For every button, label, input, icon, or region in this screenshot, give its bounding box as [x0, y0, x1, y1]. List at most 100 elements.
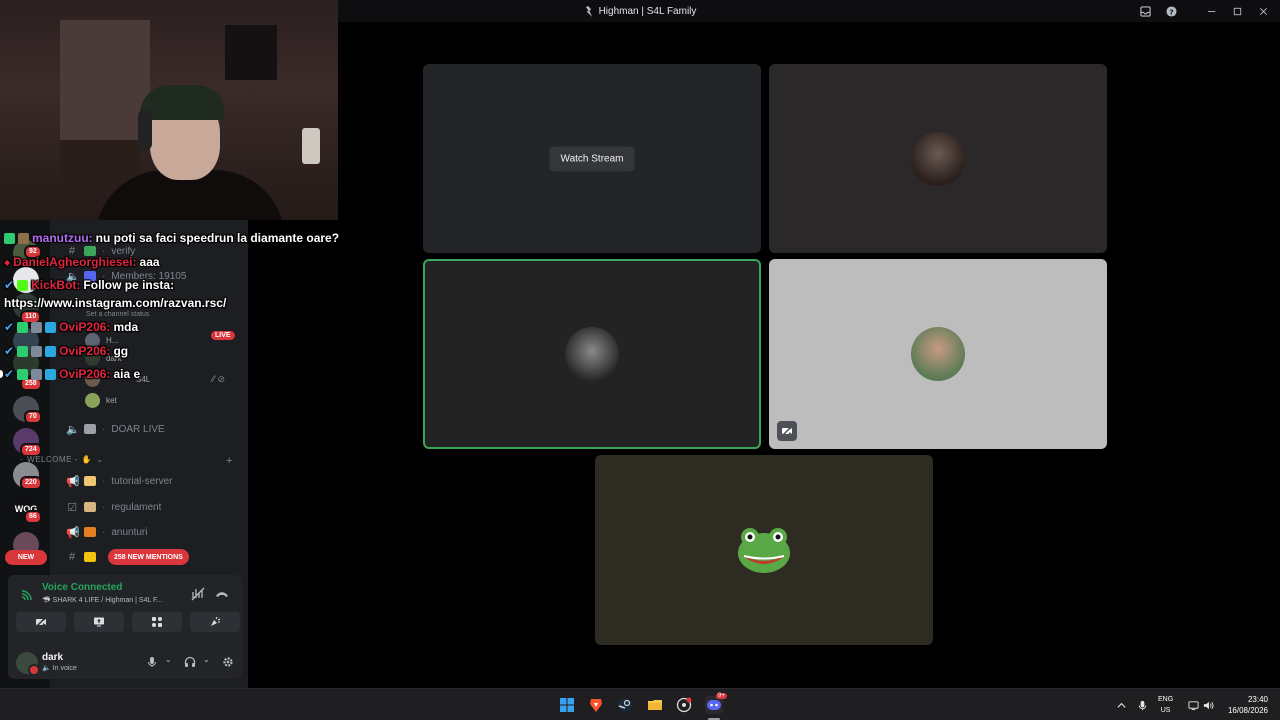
voice-channel-path[interactable]: 🦈 SHARK 4 LIFE / Highman | S4L F...	[42, 596, 162, 604]
new-mentions-pill[interactable]: 258 NEW MENTIONS	[108, 549, 189, 565]
participant-avatar	[565, 327, 619, 381]
chat-message: ✔ OviP206: mda	[4, 320, 139, 334]
soundboard-button[interactable]	[190, 612, 240, 632]
chat-message: ✔ OviP206: gg	[4, 344, 129, 358]
bot-badge-icon	[17, 279, 29, 291]
user-panel: dark 🔈 In voice ⌄ ⌄	[16, 650, 236, 676]
app-icon[interactable]	[675, 696, 693, 714]
chat-message: ◆ DanielAgheorghiesei: aaa	[4, 255, 160, 269]
diamond-badge-icon	[45, 345, 57, 357]
svg-text:?: ?	[1169, 7, 1173, 16]
settings-button[interactable]	[222, 655, 236, 669]
wave-emoji-icon: ✋	[81, 455, 93, 464]
voice-panel: Voice Connected 🦈 SHARK 4 LIFE / Highman…	[8, 575, 242, 679]
checkmark-icon: ✔	[4, 320, 15, 334]
signal-icon	[21, 590, 32, 601]
wave-emoji-icon	[84, 476, 96, 486]
volume-icon[interactable]	[1203, 689, 1214, 720]
channel-doar-live[interactable]: 🔈 · DOAR LIVE	[66, 419, 242, 439]
sub-badge-icon	[17, 345, 29, 357]
inbox-icon[interactable]	[1134, 0, 1156, 22]
brave-browser-icon[interactable]	[587, 696, 605, 714]
channel-label: anunturi	[111, 526, 148, 538]
window-title: Highman | S4L Family	[584, 5, 697, 17]
chevron-down-icon[interactable]: ⌄	[203, 655, 210, 664]
deafen-button[interactable]	[184, 655, 198, 669]
avatar	[85, 393, 100, 408]
camera-off-indicator	[777, 421, 797, 441]
gear-icon	[223, 657, 233, 667]
steam-icon[interactable]	[616, 696, 634, 714]
start-button[interactable]	[558, 696, 576, 714]
chat-message: ✔ OviP206: aia e	[4, 367, 141, 381]
display-icon[interactable]	[1188, 689, 1199, 720]
checkmark-icon: ✔	[4, 367, 15, 381]
voice-status-icon: 🔈	[42, 665, 51, 672]
gear-badge-icon	[31, 321, 43, 333]
windows-logo-icon	[560, 698, 574, 712]
system-clock[interactable]: 23:40 16/08/2026	[1228, 694, 1268, 716]
chat-message: manutzuu: nu poti sa faci speedrun la di…	[4, 231, 339, 245]
window-title-text: Highman | S4L Family	[598, 5, 697, 17]
checkmark-icon: ✔	[4, 344, 15, 358]
announcement-icon: 📢	[66, 475, 80, 488]
user-status: 🔈 In voice	[42, 665, 77, 672]
user-name[interactable]: dark	[42, 652, 63, 663]
chat-message: ✔ KickBot: Follow pe insta:	[4, 278, 175, 292]
mention-badge: 86	[24, 510, 42, 524]
shark-emoji-icon	[84, 424, 96, 434]
channel-tutorial-server[interactable]: 📢 · tutorial-server	[66, 471, 242, 491]
activities-button[interactable]	[132, 612, 182, 632]
webcam-overlay	[0, 0, 338, 220]
screen-share-icon	[94, 617, 104, 627]
fire-emoji-icon	[84, 527, 96, 537]
activities-icon	[152, 617, 162, 627]
file-explorer-icon[interactable]	[646, 696, 664, 714]
channel-label: tutorial-server	[111, 475, 173, 487]
star-emoji-icon	[84, 552, 96, 562]
category-welcome[interactable]: · WELCOME - ✋ ⌄	[20, 455, 104, 464]
input-language[interactable]: ENG US	[1158, 694, 1173, 716]
tray-overflow-icon[interactable]	[1116, 689, 1127, 720]
close-icon[interactable]	[1252, 0, 1274, 22]
diamond-badge-icon	[45, 321, 57, 333]
announcement-icon: 📢	[66, 526, 80, 539]
hash-icon: #	[68, 551, 76, 563]
user-avatar[interactable]	[16, 652, 40, 676]
new-unreads-badge[interactable]: NEW	[5, 550, 47, 565]
diamond-badge-icon	[45, 368, 57, 380]
camera-button[interactable]	[16, 612, 66, 632]
participant-tile-speaking[interactable]	[423, 259, 761, 449]
add-channel-icon[interactable]: +	[226, 455, 232, 467]
voice-member[interactable]: ket	[85, 393, 117, 408]
set-channel-status[interactable]: Set a channel status	[86, 311, 149, 318]
noise-suppression-icon[interactable]	[190, 586, 206, 602]
speaker-lock-icon: 🔈	[66, 423, 80, 436]
screen-share-button[interactable]	[74, 612, 124, 632]
channel-label: regulament	[111, 501, 162, 513]
chevron-down-icon[interactable]: ⌄	[165, 655, 172, 664]
watch-stream-button[interactable]: Watch Stream	[549, 146, 635, 171]
participant-tile[interactable]	[769, 64, 1107, 253]
microphone-tray-icon[interactable]	[1137, 689, 1148, 720]
frog-avatar	[738, 528, 790, 573]
mute-button[interactable]	[146, 655, 160, 669]
maximize-icon[interactable]	[1226, 0, 1248, 22]
taskbar: 9+ ENG US 23:40 16/08/2026	[0, 688, 1280, 720]
mention-badge: 70	[24, 410, 42, 424]
participant-tile[interactable]	[769, 259, 1107, 449]
help-icon[interactable]: ?	[1160, 0, 1182, 22]
camera-off-icon	[35, 616, 47, 628]
discord-unread-badge: 9+	[716, 693, 727, 699]
participant-tile[interactable]	[595, 455, 933, 645]
sub-badge-icon	[17, 321, 29, 333]
disconnect-icon[interactable]	[214, 586, 230, 602]
stream-tile[interactable]: Watch Stream	[423, 64, 761, 253]
minimize-icon[interactable]	[1200, 0, 1222, 22]
shark-icon: 🦈	[42, 597, 53, 604]
participant-avatar	[911, 131, 965, 186]
channel-anunturi[interactable]: 📢 · anunturi	[66, 522, 242, 542]
soundboard-icon	[211, 616, 221, 626]
rules-icon: ☑	[67, 501, 77, 514]
channel-regulament[interactable]: ☑ · regulament	[66, 497, 242, 517]
